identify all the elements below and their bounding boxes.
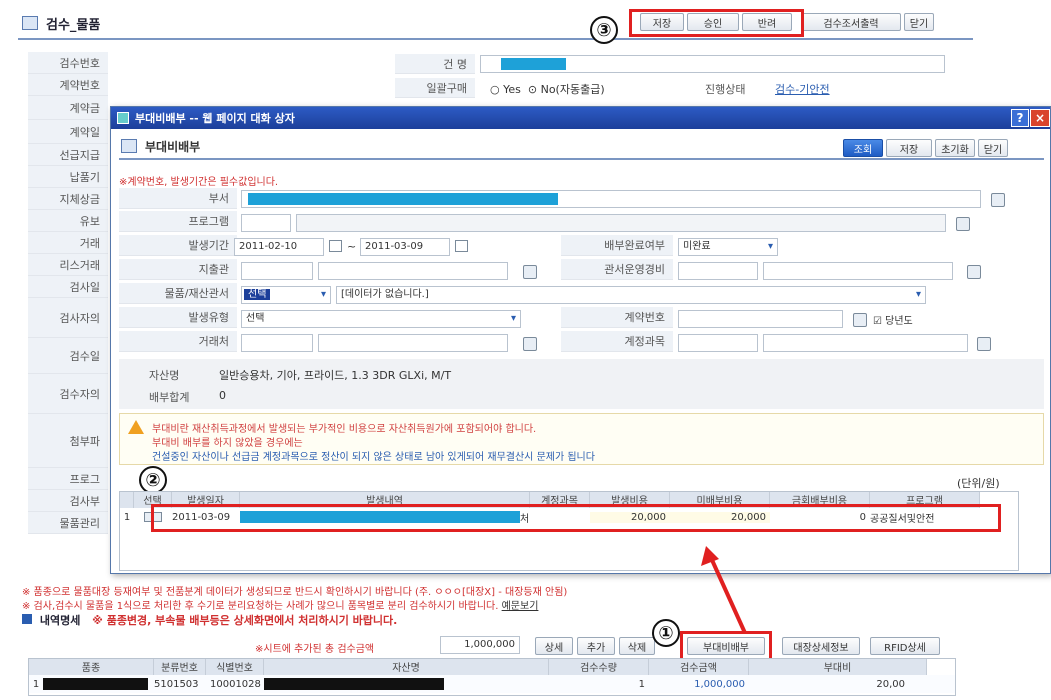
annotation-arrow — [701, 546, 747, 634]
